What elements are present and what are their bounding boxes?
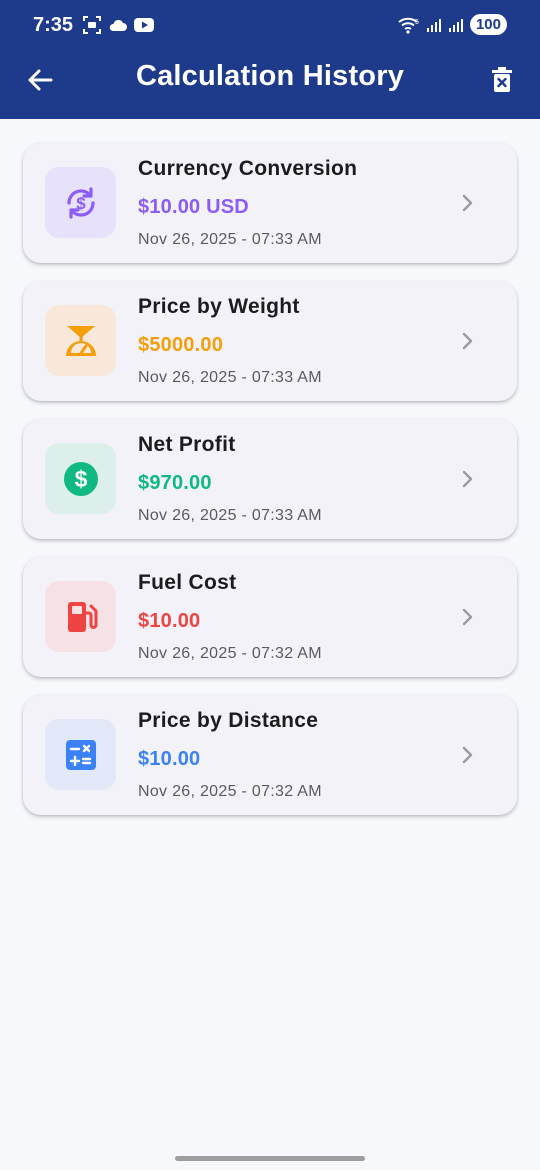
history-item[interactable]: Fuel Cost $10.00 Nov 26, 2025 - 07:32 AM — [23, 557, 517, 677]
home-indicator[interactable] — [175, 1156, 365, 1161]
history-item[interactable]: Price by Weight $5000.00 Nov 26, 2025 - … — [23, 281, 517, 401]
history-item-iconbox: $ — [45, 167, 116, 238]
history-item-date: Nov 26, 2025 - 07:33 AM — [138, 507, 322, 524]
history-item-title: Fuel Cost — [138, 571, 237, 594]
svg-text:$: $ — [74, 466, 87, 492]
youtube-icon — [134, 18, 154, 32]
cloud-icon — [109, 19, 127, 31]
clear-history-button[interactable] — [484, 62, 520, 98]
chevron-right-icon — [462, 332, 473, 350]
history-item-iconbox — [45, 581, 116, 652]
history-item-amount: $10.00 — [138, 748, 201, 770]
status-system-icons: 5 100 — [398, 14, 507, 35]
delete-bin-icon — [492, 67, 512, 92]
history-item-amount: $970.00 — [138, 472, 212, 494]
history-item-date: Nov 26, 2025 - 07:32 AM — [138, 645, 322, 662]
app-header: 7:35 5 100 Calculation History — [0, 0, 540, 119]
chevron-right-icon — [462, 470, 473, 488]
dollar-circle-icon: $ — [63, 461, 98, 496]
fuel-pump-icon — [67, 601, 97, 632]
status-notification-icons — [82, 15, 154, 35]
history-item-date: Nov 26, 2025 - 07:33 AM — [138, 369, 322, 386]
page-title: Calculation History — [135, 60, 405, 92]
calculator-icon — [65, 739, 96, 770]
chevron-right-icon — [462, 746, 473, 764]
chevron-right-icon — [462, 194, 473, 212]
history-item-title: Net Profit — [138, 433, 236, 456]
battery-indicator: 100 — [469, 14, 507, 35]
history-item-title: Currency Conversion — [138, 157, 358, 180]
svg-text:$: $ — [76, 194, 86, 213]
history-item-amount: $10.00 — [138, 610, 201, 632]
wifi-icon: 5 — [398, 17, 419, 34]
signal-icon — [426, 18, 441, 32]
status-bar: 7:35 5 100 — [0, 0, 540, 52]
history-item-iconbox: $ — [45, 443, 116, 514]
history-item-date: Nov 26, 2025 - 07:33 AM — [138, 231, 322, 248]
history-item-title: Price by Weight — [138, 295, 300, 318]
history-item-title: Price by Distance — [138, 709, 319, 732]
status-time: 7:35 — [33, 14, 74, 36]
scale-icon — [65, 325, 96, 356]
history-list: $ Currency Conversion $10.00 USD Nov 26,… — [23, 143, 517, 833]
screenshot-icon — [83, 16, 101, 34]
svg-text:5: 5 — [415, 19, 419, 26]
chevron-right-icon — [462, 608, 473, 626]
history-item-amount: $10.00 USD — [138, 196, 249, 218]
currency-exchange-icon: $ — [66, 186, 95, 219]
history-item[interactable]: $ Currency Conversion $10.00 USD Nov 26,… — [23, 143, 517, 263]
history-item-date: Nov 26, 2025 - 07:32 AM — [138, 783, 322, 800]
history-item-iconbox — [45, 305, 116, 376]
history-item-iconbox — [45, 719, 116, 790]
history-item-amount: $5000.00 — [138, 334, 224, 356]
history-item[interactable]: Price by Distance $10.00 Nov 26, 2025 - … — [23, 695, 517, 815]
history-item[interactable]: $ Net Profit $970.00 Nov 26, 2025 - 07:3… — [23, 419, 517, 539]
signal-icon-2 — [448, 18, 463, 32]
